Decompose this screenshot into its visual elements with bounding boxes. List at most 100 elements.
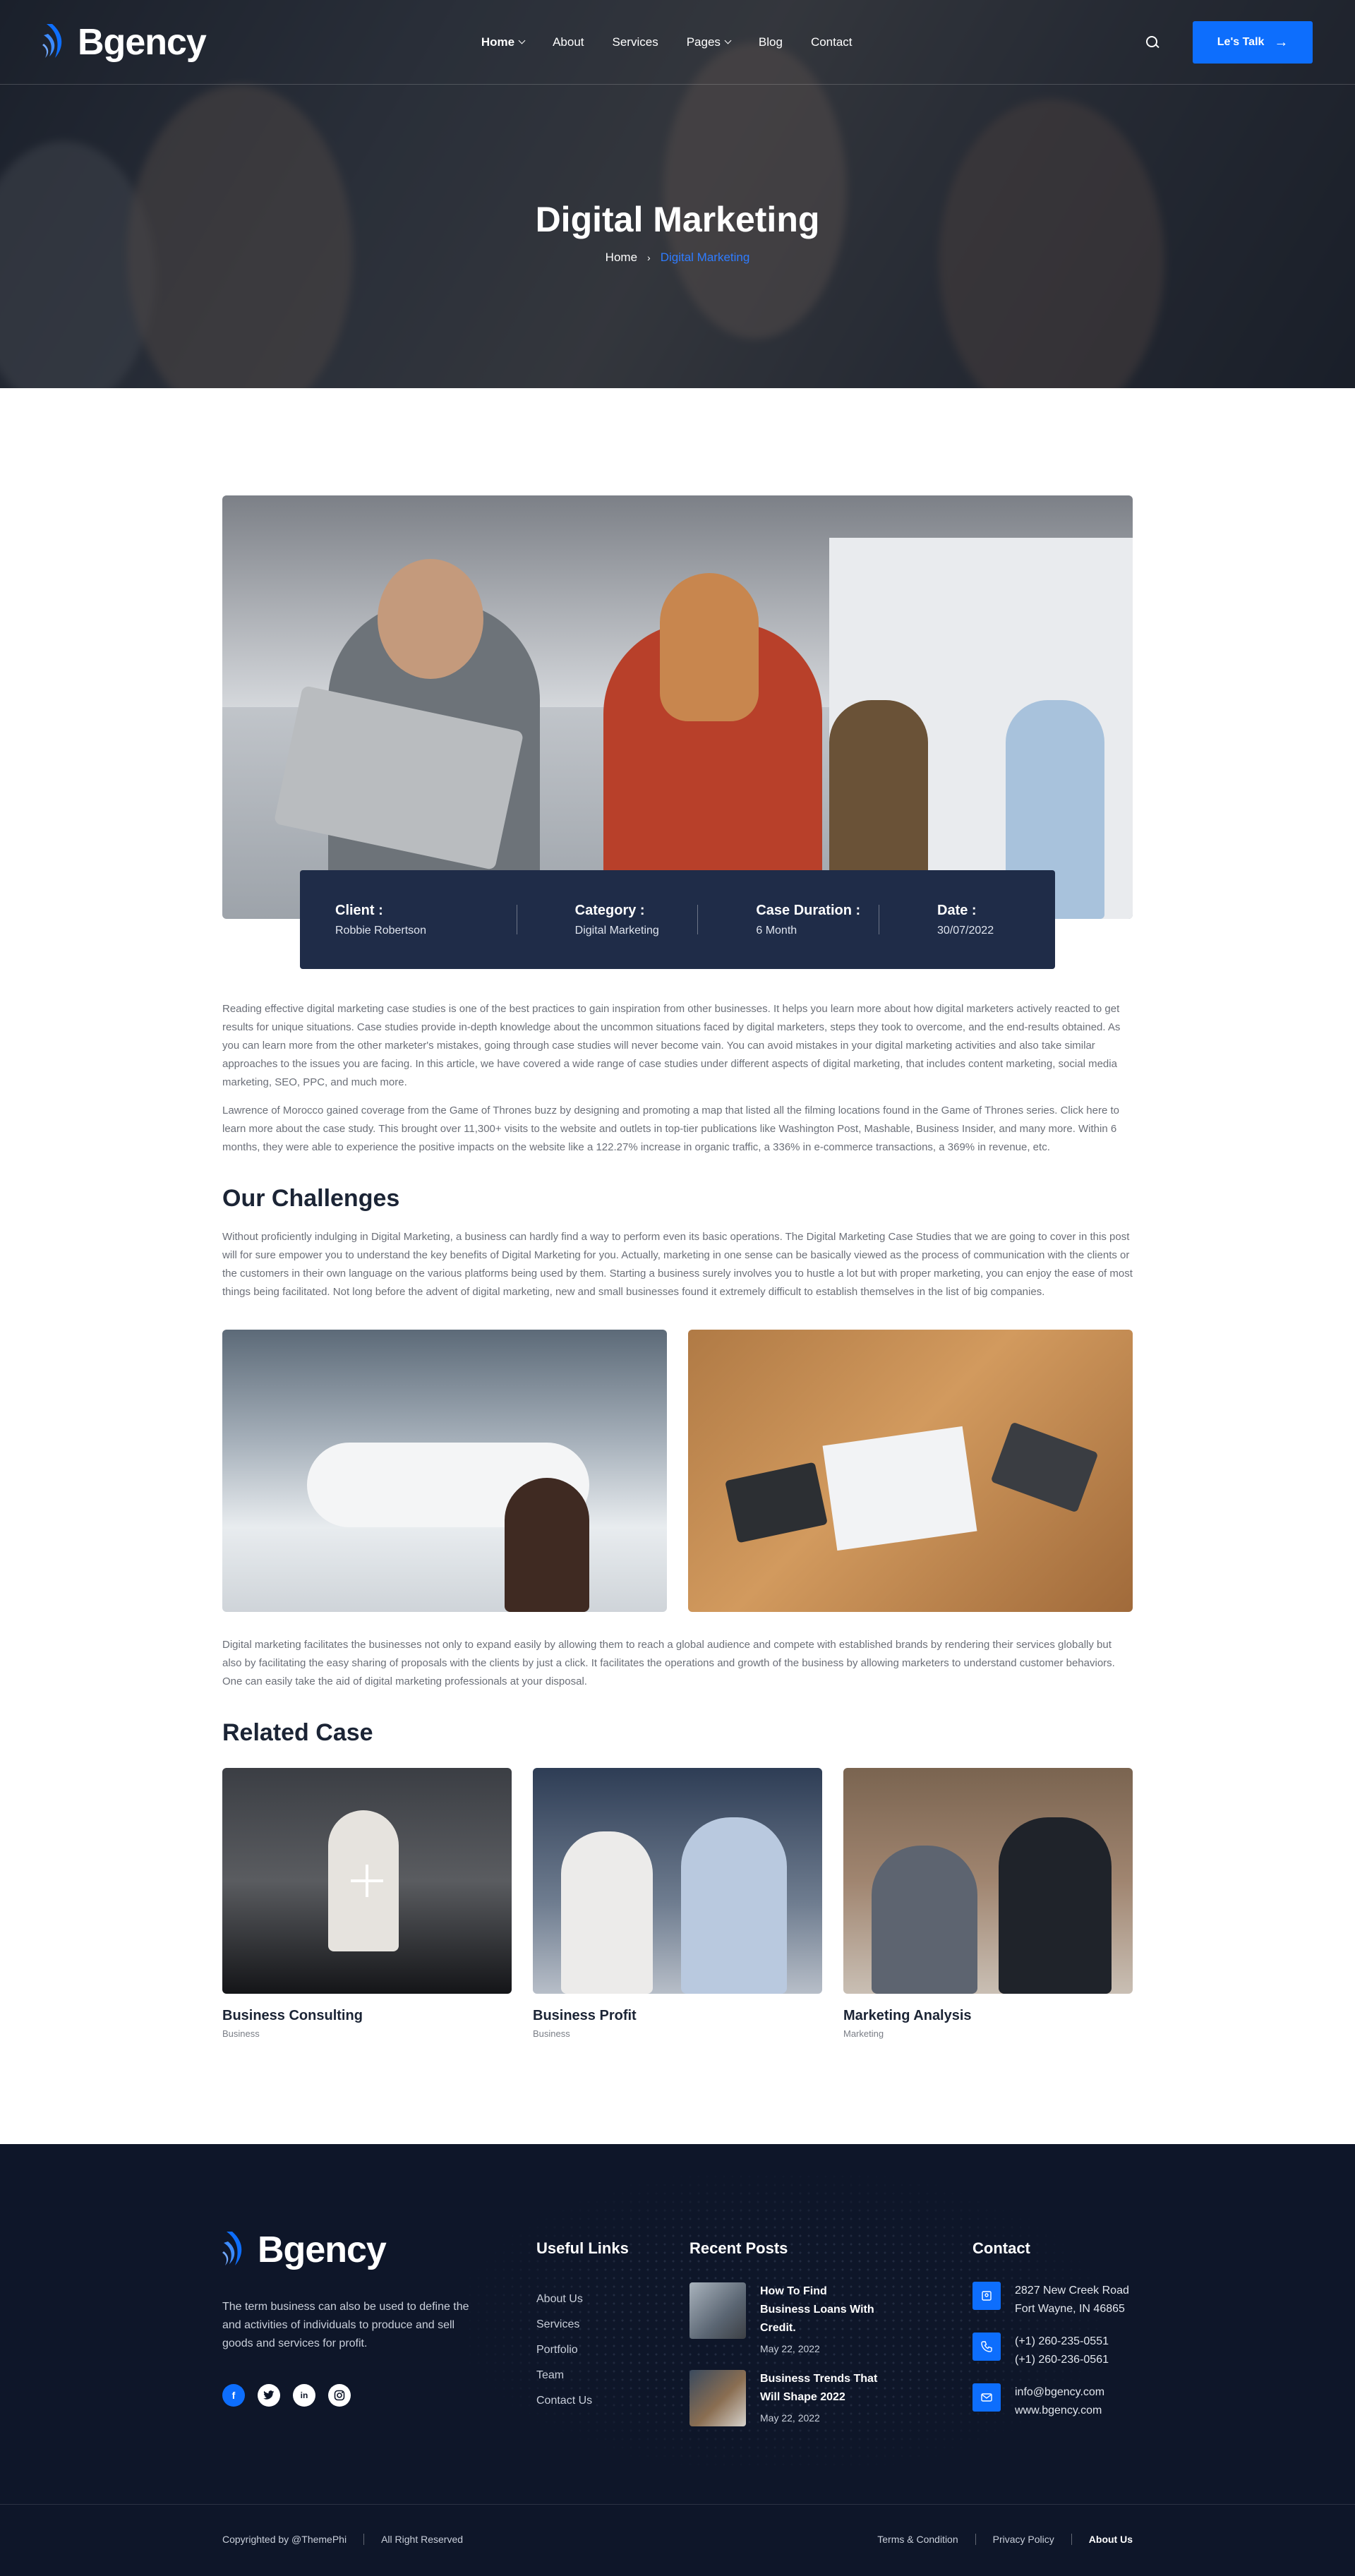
person-shape xyxy=(505,1478,589,1612)
related-card-title[interactable]: Marketing Analysis xyxy=(843,2008,1133,2024)
logo-mark-icon xyxy=(222,2232,242,2265)
related-card-title[interactable]: Business Profit xyxy=(533,2008,822,2024)
footer-link-contact[interactable]: Contact Us xyxy=(536,2395,629,2420)
post-date: May 22, 2022 xyxy=(760,2412,820,2424)
divider xyxy=(1071,2534,1072,2545)
chevron-down-icon xyxy=(518,37,526,44)
linkedin-icon[interactable]: in xyxy=(293,2384,315,2407)
terms-link[interactable]: Terms & Condition xyxy=(877,2534,958,2545)
instagram-icon[interactable] xyxy=(328,2384,351,2407)
search-icon[interactable] xyxy=(1145,35,1158,50)
related-card[interactable]: Business Consulting Business xyxy=(222,1768,512,2039)
site-header: Bgency Home About Services Pages Blog Co… xyxy=(0,0,1355,85)
phone-icon xyxy=(972,2333,1001,2361)
logo-text: Bgency xyxy=(78,21,207,63)
recent-post[interactable]: Business Trends That Will Shape 2022 May… xyxy=(689,2370,880,2426)
email-address[interactable]: info@bgency.com xyxy=(1015,2383,1104,2402)
post-thumbnail[interactable] xyxy=(689,2282,746,2339)
footer-bottom-bar: Copyrighted by @ThemePhi All Right Reser… xyxy=(0,2504,1355,2576)
logo-text: Bgency xyxy=(258,2229,387,2270)
related-card[interactable]: Business Profit Business xyxy=(533,1768,822,2039)
footer-link-team[interactable]: Team xyxy=(536,2369,629,2395)
main-nav: Home About Services Pages Blog Contact xyxy=(481,35,853,49)
nav-label: Contact xyxy=(810,35,853,49)
nav-label: About xyxy=(553,35,584,49)
page-hero: Bgency Home About Services Pages Blog Co… xyxy=(0,0,1355,388)
nav-item-home[interactable]: Home xyxy=(481,35,526,49)
related-card-category: Business xyxy=(222,2028,260,2039)
related-card-category: Marketing xyxy=(843,2028,884,2039)
person-shape xyxy=(999,1817,1112,1994)
person-shape xyxy=(561,1831,653,1994)
case-info-box: Client : Robbie Robertson Category : Dig… xyxy=(300,870,1055,969)
info-label: Category : xyxy=(574,902,645,918)
challenges-heading: Our Challenges xyxy=(222,1185,400,1212)
site-logo[interactable]: Bgency xyxy=(42,21,207,64)
divider xyxy=(697,905,699,934)
twitter-icon[interactable] xyxy=(258,2384,280,2407)
contact-phone: (+1) 260-235-0551 (+1) 260-236-0561 xyxy=(972,2333,1129,2369)
team-meeting-image xyxy=(222,1330,667,1612)
info-category: Category : Digital Marketing xyxy=(516,902,698,937)
person-face xyxy=(378,559,483,679)
post-thumbnail[interactable] xyxy=(689,2370,746,2426)
person-shape xyxy=(681,1817,787,1994)
location-icon xyxy=(972,2282,1001,2310)
privacy-link[interactable]: Privacy Policy xyxy=(993,2534,1054,2545)
case-study-content: Reading effective digital marketing case… xyxy=(222,388,1133,2039)
related-card-image[interactable] xyxy=(843,1768,1133,1994)
nav-item-blog[interactable]: Blog xyxy=(759,35,783,49)
nav-item-about[interactable]: About xyxy=(553,35,584,49)
person-shape xyxy=(872,1846,977,1994)
recent-posts: Recent Posts How To Find Business Loans … xyxy=(689,2239,880,2426)
facebook-icon[interactable]: f xyxy=(222,2384,245,2407)
footer-link-about[interactable]: About Us xyxy=(536,2293,629,2318)
laptop-image xyxy=(990,1421,1099,1513)
footer-description: The term business can also be used to de… xyxy=(222,2301,469,2349)
report-paper xyxy=(822,1426,977,1551)
nav-item-pages[interactable]: Pages xyxy=(687,35,732,49)
site-footer: Bgency The term business can also be use… xyxy=(0,2144,1355,2576)
footer-logo[interactable]: Bgency xyxy=(222,2229,387,2271)
phone-number[interactable]: (+1) 260-236-0561 xyxy=(1015,2351,1109,2369)
breadcrumb-current: Digital Marketing xyxy=(660,251,750,264)
nav-label: Services xyxy=(612,35,658,49)
copyright-text: Copyrighted by @ThemePhi xyxy=(222,2534,347,2545)
info-label: Date : xyxy=(937,902,977,918)
lets-talk-button[interactable]: Le's Talk → xyxy=(1193,20,1313,64)
recent-post[interactable]: How To Find Business Loans With Credit. … xyxy=(689,2282,880,2354)
nav-item-contact[interactable]: Contact xyxy=(811,35,853,49)
related-card-image[interactable] xyxy=(222,1768,512,1994)
copyright: Copyrighted by @ThemePhi All Right Reser… xyxy=(222,2534,463,2545)
rights-text: All Right Reserved xyxy=(381,2534,464,2545)
about-link[interactable]: About Us xyxy=(1089,2534,1133,2545)
challenges-paragraph: Without proficiently indulging in Digita… xyxy=(222,1231,1133,1298)
logo-mark-icon xyxy=(42,23,62,58)
related-card-category: Business xyxy=(533,2028,570,2039)
contact-email: info@bgency.com www.bgency.com xyxy=(972,2383,1129,2420)
nav-item-services[interactable]: Services xyxy=(613,35,658,49)
phone-number[interactable]: (+1) 260-235-0551 xyxy=(1015,2333,1109,2351)
related-card[interactable]: Marketing Analysis Marketing xyxy=(843,1768,1133,2039)
intro-paragraph: Reading effective digital marketing case… xyxy=(222,1003,1121,1088)
plus-icon[interactable] xyxy=(351,1865,383,1897)
useful-links: Useful Links About Us Services Portfolio… xyxy=(536,2239,629,2420)
website-address[interactable]: www.bgency.com xyxy=(1015,2402,1104,2420)
contact-info: Contact 2827 New Creek Road Fort Wayne, … xyxy=(972,2239,1129,2420)
divider xyxy=(363,2534,365,2545)
cta-label: Le's Talk xyxy=(1217,35,1265,48)
related-card-image[interactable] xyxy=(533,1768,822,1994)
post-title[interactable]: Business Trends That Will Shape 2022 xyxy=(760,2370,880,2407)
chevron-right-icon: › xyxy=(647,252,651,263)
footer-link-portfolio[interactable]: Portfolio xyxy=(536,2344,629,2369)
footer-heading: Recent Posts xyxy=(689,2239,788,2257)
post-title[interactable]: How To Find Business Loans With Credit. xyxy=(760,2282,880,2337)
arrow-right-icon: → xyxy=(1274,34,1289,50)
info-label: Case Duration : xyxy=(756,902,861,918)
breadcrumb-home[interactable]: Home xyxy=(606,251,637,265)
related-card-title[interactable]: Business Consulting xyxy=(222,2008,512,2024)
footer-link-services[interactable]: Services xyxy=(536,2318,629,2344)
info-date: Date : 30/07/2022 xyxy=(879,903,1020,937)
person-hair xyxy=(660,573,759,721)
address-line: Fort Wayne, IN 46865 xyxy=(1015,2303,1125,2315)
